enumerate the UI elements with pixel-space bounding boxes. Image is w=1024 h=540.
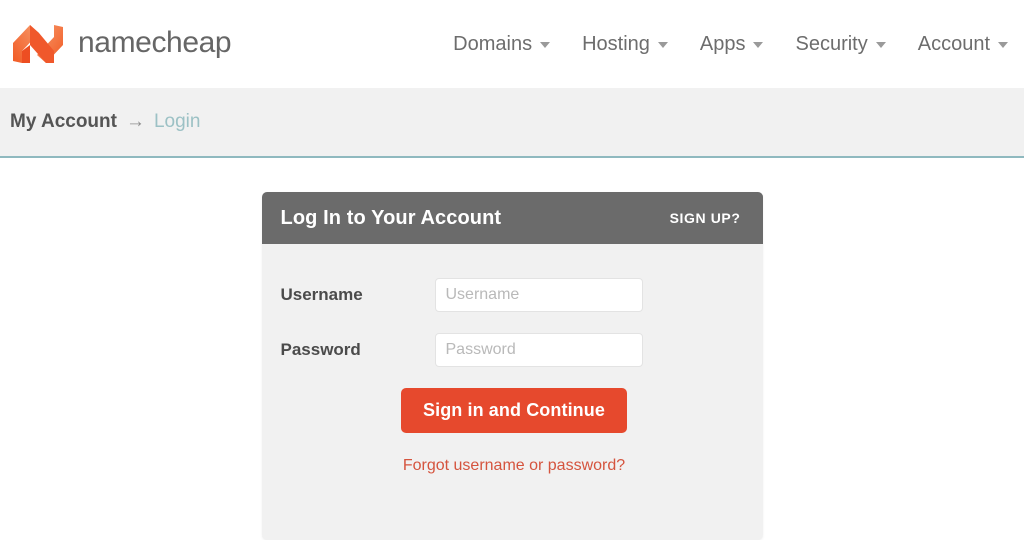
- login-form: Username Password Sign in and Continue F…: [261, 244, 763, 526]
- sign-up-link[interactable]: SIGN UP?: [670, 210, 741, 226]
- site-header: namecheap Domains Hosting Apps Security …: [0, 0, 1024, 88]
- nav-item-label: Security: [795, 32, 868, 55]
- brand-logo-group[interactable]: namecheap: [8, 21, 232, 67]
- nav-item-apps[interactable]: Apps: [684, 27, 780, 62]
- nav-item-domains[interactable]: Domains: [437, 27, 566, 62]
- forgot-row: Forgot username or password?: [262, 457, 763, 475]
- nav-item-label: Apps: [699, 32, 746, 55]
- username-input[interactable]: [434, 278, 643, 312]
- forgot-credentials-link[interactable]: Forgot username or password?: [403, 457, 625, 475]
- chevron-down-icon: [998, 42, 1008, 48]
- namecheap-n-logo-icon: [13, 25, 63, 63]
- password-label: Password: [280, 340, 361, 359]
- breadcrumb-item-login[interactable]: Login: [154, 111, 201, 133]
- breadcrumb-bar: My Account → Login: [0, 88, 1024, 158]
- chevron-down-icon: [875, 42, 886, 48]
- brand-name: namecheap: [78, 26, 232, 59]
- username-row: Username: [262, 278, 763, 312]
- nav-item-security[interactable]: Security: [779, 27, 901, 62]
- username-label: Username: [280, 285, 363, 304]
- login-panel-title: Log In to Your Account: [280, 206, 502, 229]
- breadcrumb-item-my-account[interactable]: My Account: [10, 111, 117, 133]
- main-navigation: Domains Hosting Apps Security Account: [437, 27, 1016, 62]
- chevron-down-icon: [753, 42, 764, 48]
- main-content: Log In to Your Account SIGN UP? Username…: [0, 158, 1024, 540]
- nav-item-hosting[interactable]: Hosting: [566, 27, 684, 62]
- nav-item-label: Domains: [453, 32, 533, 55]
- breadcrumb-arrow-icon: →: [125, 111, 145, 132]
- login-panel: Log In to Your Account SIGN UP? Username…: [261, 192, 763, 540]
- password-row: Password: [262, 333, 763, 367]
- sign-in-button[interactable]: Sign in and Continue: [401, 388, 627, 433]
- chevron-down-icon: [540, 42, 551, 48]
- password-input[interactable]: [434, 333, 643, 367]
- breadcrumb: My Account → Login: [10, 111, 200, 133]
- chevron-down-icon: [657, 42, 668, 48]
- login-panel-header: Log In to Your Account SIGN UP?: [261, 192, 763, 244]
- nav-item-label: Hosting: [582, 32, 650, 55]
- nav-item-account[interactable]: Account: [902, 27, 1014, 62]
- submit-row: Sign in and Continue: [262, 388, 763, 433]
- nav-item-label: Account: [917, 32, 990, 55]
